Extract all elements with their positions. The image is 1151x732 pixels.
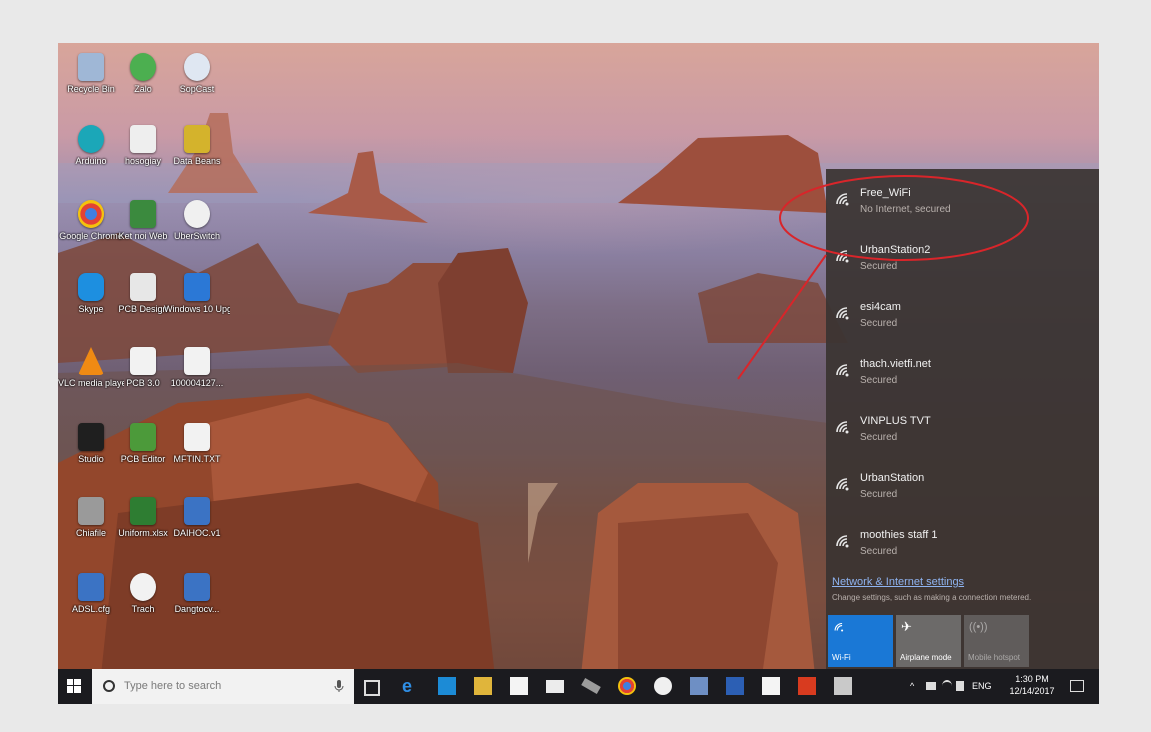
wifi-signal-icon: [836, 421, 849, 434]
wifi-signal-icon: [836, 307, 849, 320]
search-placeholder: Type here to search: [124, 680, 222, 692]
wifi-signal-icon: [836, 250, 849, 263]
excel-icon: [130, 497, 156, 525]
taskbar-search-box[interactable]: Type here to search: [92, 669, 354, 704]
vlc-icon: [78, 347, 104, 375]
desktop-icon-100004127[interactable]: 100004127...: [164, 345, 230, 409]
sopcast-icon: [184, 53, 210, 81]
network-item[interactable]: Free_WiFi No Internet, secured: [826, 181, 1099, 231]
recycle-bin-icon: [78, 53, 104, 81]
document-icon[interactable]: [762, 677, 780, 695]
wifi-signal-icon: [836, 193, 849, 206]
media-player-icon[interactable]: [654, 677, 672, 695]
desktop-icon-data-beans[interactable]: Data Beans: [164, 123, 230, 187]
network-status: Secured: [860, 375, 898, 386]
battery-icon[interactable]: [926, 682, 936, 690]
folder-icon: [78, 497, 104, 525]
word-document-icon: [184, 573, 210, 601]
skype-icon: [78, 273, 104, 301]
uberswitch-icon: [184, 200, 210, 228]
studio-icon: [78, 423, 104, 451]
network-status: Secured: [860, 318, 898, 329]
document-icon: [184, 347, 210, 375]
mobile-hotspot-button[interactable]: ((•)) Mobile hotspot: [964, 615, 1029, 667]
app-icon[interactable]: [581, 678, 601, 694]
network-settings-description: Change settings, such as making a connec…: [832, 593, 1032, 602]
network-item[interactable]: moothies staff 1 Secured: [826, 523, 1099, 573]
network-ssid: thach.vietfi.net: [860, 358, 931, 370]
airplane-mode-button[interactable]: ✈ Airplane mode: [896, 615, 961, 667]
shortcut-icon: [184, 497, 210, 525]
network-item[interactable]: thach.vietfi.net Secured: [826, 352, 1099, 402]
desktop-icon-dangtocv[interactable]: Dangtocv...: [164, 571, 230, 635]
network-item[interactable]: VINPLUS TVT Secured: [826, 409, 1099, 459]
network-item[interactable]: UrbanStation Secured: [826, 466, 1099, 516]
wifi-icon: [834, 622, 844, 632]
excel-icon: [130, 200, 156, 228]
wifi-signal-icon: [836, 478, 849, 491]
network-status: Secured: [860, 261, 898, 272]
desktop-icon-sopcast[interactable]: SopCast: [164, 51, 230, 115]
network-ssid: esi4cam: [860, 301, 901, 313]
network-status: No Internet, secured: [860, 204, 951, 215]
cortana-icon: [103, 680, 115, 692]
network-tray-icon[interactable]: [942, 680, 952, 692]
language-indicator[interactable]: ENG: [972, 681, 992, 691]
taskbar: Type here to search e ^ ENG 1:30 PM 12/1…: [58, 669, 1099, 704]
app2-icon[interactable]: [690, 677, 708, 695]
airplane-icon: ✈: [901, 619, 912, 634]
clock-time: 1:30 PM: [1015, 674, 1049, 684]
volume-icon[interactable]: [956, 681, 964, 691]
zalo-icon: [130, 53, 156, 81]
network-item[interactable]: UrbanStation2 Secured: [826, 238, 1099, 288]
windows-icon: [184, 273, 210, 301]
pdf-icon[interactable]: [798, 677, 816, 695]
app-icon: [130, 573, 156, 601]
desktop-icon-mftin-txt[interactable]: MFTIN.TXT: [164, 421, 230, 485]
desktop-icon-windows-10-upgrade[interactable]: Windows 10 Upgrade: [164, 271, 230, 335]
network-status: Secured: [860, 546, 898, 557]
document-icon: [130, 125, 156, 153]
desktop-icon-uberswitch[interactable]: UberSwitch: [164, 198, 230, 262]
network-ssid: Free_WiFi: [860, 187, 911, 199]
explorer-icon[interactable]: [474, 677, 492, 695]
desktop-screenshot: Recycle Bin Zalo SopCast Arduino hosogia…: [58, 43, 1099, 704]
desktop-icon-daihoc[interactable]: DAIHOC.v1: [164, 495, 230, 559]
chrome-icon[interactable]: [618, 677, 636, 695]
document-icon: [130, 273, 156, 301]
chrome-icon: [78, 200, 104, 228]
store-icon[interactable]: [438, 677, 456, 695]
shopping-bag-icon[interactable]: [510, 677, 528, 695]
chevron-up-icon[interactable]: ^: [910, 681, 914, 691]
data-beans-icon: [184, 125, 210, 153]
wifi-signal-icon: [836, 535, 849, 548]
app3-icon[interactable]: [834, 677, 852, 695]
wifi-signal-icon: [836, 364, 849, 377]
pcb-editor-icon: [130, 423, 156, 451]
task-view-icon[interactable]: [364, 680, 380, 696]
network-status: Secured: [860, 489, 898, 500]
clock-date: 12/14/2017: [1009, 686, 1055, 696]
word-document-icon: [78, 573, 104, 601]
network-ssid: VINPLUS TVT: [860, 415, 931, 427]
network-ssid: moothies staff 1: [860, 529, 938, 541]
microphone-icon[interactable]: [334, 679, 344, 693]
network-ssid: UrbanStation2: [860, 244, 931, 256]
arduino-icon: [78, 125, 104, 153]
network-ssid: UrbanStation: [860, 472, 925, 484]
text-file-icon: [184, 423, 210, 451]
network-flyout: Free_WiFi No Internet, secured UrbanStat…: [826, 169, 1099, 669]
hotspot-icon: ((•)): [969, 621, 988, 633]
document-icon: [130, 347, 156, 375]
network-settings-link[interactable]: Network & Internet settings: [832, 576, 964, 588]
edge-icon[interactable]: e: [402, 677, 420, 695]
action-center-icon[interactable]: [1070, 680, 1084, 692]
clock[interactable]: 1:30 PM 12/14/2017: [1002, 673, 1062, 697]
mail-icon[interactable]: [546, 680, 564, 693]
wifi-toggle-button[interactable]: Wi-Fi: [828, 615, 893, 667]
network-status: Secured: [860, 432, 898, 443]
windows-start-icon[interactable]: [67, 679, 81, 693]
network-item[interactable]: esi4cam Secured: [826, 295, 1099, 345]
word-icon[interactable]: [726, 677, 744, 695]
